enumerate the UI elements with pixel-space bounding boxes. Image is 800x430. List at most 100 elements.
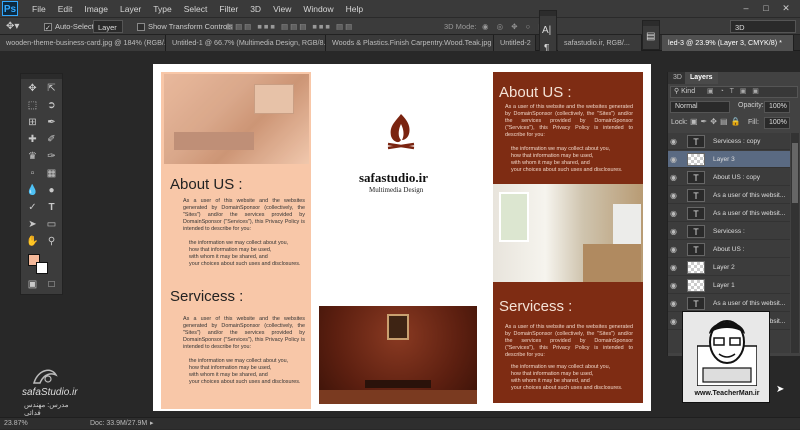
lasso-tool-icon[interactable]: ➲ [42, 98, 61, 113]
maximize-icon[interactable]: □ [758, 2, 774, 15]
quick-mask-icon[interactable]: ▣ [23, 277, 42, 292]
stamp-tool-icon[interactable]: ♛ [23, 149, 42, 164]
gradient-tool-icon[interactable]: ▦ [42, 166, 61, 181]
blur-tool-icon[interactable]: 💧 [23, 183, 42, 198]
layer-row[interactable]: ◉ T As a user of this websit... [668, 205, 790, 222]
layer-row[interactable]: ◉ T As a user of this websit... [668, 187, 790, 204]
lock-icons[interactable]: ▣✒✥▤🔒 [690, 117, 743, 126]
healing-tool-icon[interactable]: ✚ [23, 132, 42, 147]
visibility-eye-icon[interactable]: ◉ [670, 245, 680, 254]
align-icons[interactable]: ▤▤▤ ■■■ ▤▤▤ ■■■ ▤▤ [226, 20, 354, 33]
hand-tool-icon[interactable]: ✋ [23, 234, 42, 249]
history-icon[interactable]: ▤ [646, 31, 655, 42]
layer-row[interactable]: ◉ T Servicess : copy [668, 133, 790, 150]
marquee-tool-icon[interactable]: ⬚ [23, 98, 42, 113]
text-layer-thumbnail: T [687, 135, 705, 148]
tab-untitled-1[interactable]: Untitled-1 @ 66.7% (Multimedia Design, R… [166, 35, 326, 51]
shape-tool-icon[interactable]: ▭ [42, 217, 61, 232]
minimize-icon[interactable]: – [738, 2, 754, 15]
safastudio-logo-icon [33, 369, 58, 384]
artboard-tool-icon[interactable]: ⇱ [42, 81, 61, 96]
crop-tool-icon[interactable]: ⊞ [23, 115, 42, 130]
menu-select[interactable]: Select [178, 0, 214, 18]
scrollbar-thumb[interactable] [792, 143, 798, 203]
show-transform-checkbox[interactable]: Show Transform Controls [137, 20, 233, 33]
tab-untitled-3[interactable]: led-3 @ 23.9% (Layer 3, CMYK/8) * [662, 35, 794, 51]
panel-grip[interactable] [540, 11, 556, 16]
services-para-right: As a user of this website and the websit… [505, 324, 633, 358]
brush-tool-icon[interactable]: ✐ [42, 132, 61, 147]
visibility-eye-icon[interactable]: ◉ [670, 263, 680, 272]
visibility-eye-icon[interactable]: ◉ [670, 155, 680, 164]
layer-row-selected[interactable]: ◉ Layer 3 [668, 151, 790, 168]
path-select-icon[interactable]: ➤ [23, 217, 42, 232]
document-canvas[interactable]: About US : As a user of this website and… [153, 64, 651, 411]
status-arrow-icon[interactable]: ▸ [150, 418, 154, 430]
history-brush-icon[interactable]: ✑ [42, 149, 61, 164]
move-tool-icon[interactable]: ✥▾ [6, 20, 19, 33]
zoom-level[interactable]: 23.87% [4, 418, 28, 430]
filter-icons[interactable]: ▣ ◔ T ▣ ▣ [707, 88, 761, 95]
visibility-eye-icon[interactable]: ◉ [670, 137, 680, 146]
pen-tool-icon[interactable]: ✓ [23, 200, 42, 215]
visibility-eye-icon[interactable]: ◉ [670, 281, 680, 290]
visibility-eye-icon[interactable]: ◉ [670, 173, 680, 182]
layer-name: As a user of this websit... [713, 192, 786, 199]
visibility-eye-icon[interactable]: ◉ [670, 299, 680, 308]
menu-help[interactable]: Help [340, 0, 369, 18]
layer-name: About US : [713, 246, 745, 253]
panel-grip[interactable] [643, 21, 659, 26]
character-icon[interactable]: A| [542, 25, 551, 36]
zoom-tool-icon[interactable]: ⚲ [42, 234, 61, 249]
layer-row[interactable]: ◉ Layer 2 [668, 259, 790, 276]
auto-select-checkbox[interactable]: Auto-Select: [44, 20, 96, 33]
tab-business-card[interactable]: wooden-theme-business-card.jpg @ 184% (R… [0, 35, 166, 51]
teacher-avatar-icon [697, 320, 757, 386]
filter-kind-dropdown[interactable]: ⚲ Kind ▣ ◔ T ▣ ▣ [670, 86, 798, 98]
visibility-eye-icon[interactable]: ◉ [670, 209, 680, 218]
eraser-tool-icon[interactable]: ▫ [23, 166, 42, 181]
sofa-shape [174, 132, 254, 150]
auto-select-label: Auto-Select: [55, 22, 96, 31]
about-list-left: the information we may collect about you… [189, 240, 301, 267]
menu-edit[interactable]: Edit [52, 0, 79, 18]
menu-filter[interactable]: Filter [213, 0, 244, 18]
panel-grip[interactable] [21, 74, 62, 79]
tab-layers[interactable]: Layers [685, 72, 718, 84]
menu-layer[interactable]: Layer [114, 0, 147, 18]
eyedropper-tool-icon[interactable]: ✒ [42, 115, 61, 130]
opacity-input[interactable]: 100% [764, 101, 790, 113]
blend-mode-dropdown[interactable]: Normal [670, 101, 730, 113]
screen-mode-icon[interactable]: □ [42, 277, 61, 292]
layer-name: As a user of this websit... [713, 300, 786, 307]
auto-select-dropdown[interactable]: Layer [93, 20, 123, 33]
doc-size[interactable]: Doc: 33.9M/27.9M [90, 418, 147, 430]
layer-row[interactable]: ◉ T Servicess : [668, 223, 790, 240]
move-tool-icon[interactable]: ✥ [23, 81, 42, 96]
dodge-tool-icon[interactable]: ● [42, 183, 61, 198]
type-tool-icon[interactable]: T [42, 200, 61, 215]
layer-row[interactable]: ◉ T As a user of this websit... [668, 295, 790, 312]
visibility-eye-icon[interactable]: ◉ [670, 317, 680, 326]
tab-woods-plastics[interactable]: Woods & Plastics.Finish Carpentry.Wood.T… [326, 35, 494, 51]
visibility-eye-icon[interactable]: ◉ [670, 227, 680, 236]
layer-row[interactable]: ◉ T About US : copy [668, 169, 790, 186]
layer-row[interactable]: ◉ Layer 1 [668, 277, 790, 294]
fill-input[interactable]: 100% [764, 117, 790, 129]
visibility-eye-icon[interactable]: ◉ [670, 191, 680, 200]
layers-scrollbar[interactable] [791, 133, 799, 353]
close-icon[interactable]: ✕ [778, 2, 794, 15]
flame-logo-icon [387, 114, 415, 150]
menu-view[interactable]: View [267, 0, 297, 18]
layer-name: Servicess : [713, 228, 745, 235]
workspace-dropdown[interactable]: 3D [730, 20, 796, 33]
menu-3d[interactable]: 3D [244, 0, 267, 18]
menu-window[interactable]: Window [297, 0, 339, 18]
menu-file[interactable]: File [26, 0, 52, 18]
tab-safastudio[interactable]: safastudio.ir, RGB/... [558, 35, 642, 51]
tab-untitled-2[interactable]: Untitled-2 [494, 35, 536, 51]
background-color-swatch[interactable] [36, 262, 48, 274]
menu-image[interactable]: Image [78, 0, 114, 18]
layer-row[interactable]: ◉ T About US : [668, 241, 790, 258]
menu-type[interactable]: Type [147, 0, 177, 18]
